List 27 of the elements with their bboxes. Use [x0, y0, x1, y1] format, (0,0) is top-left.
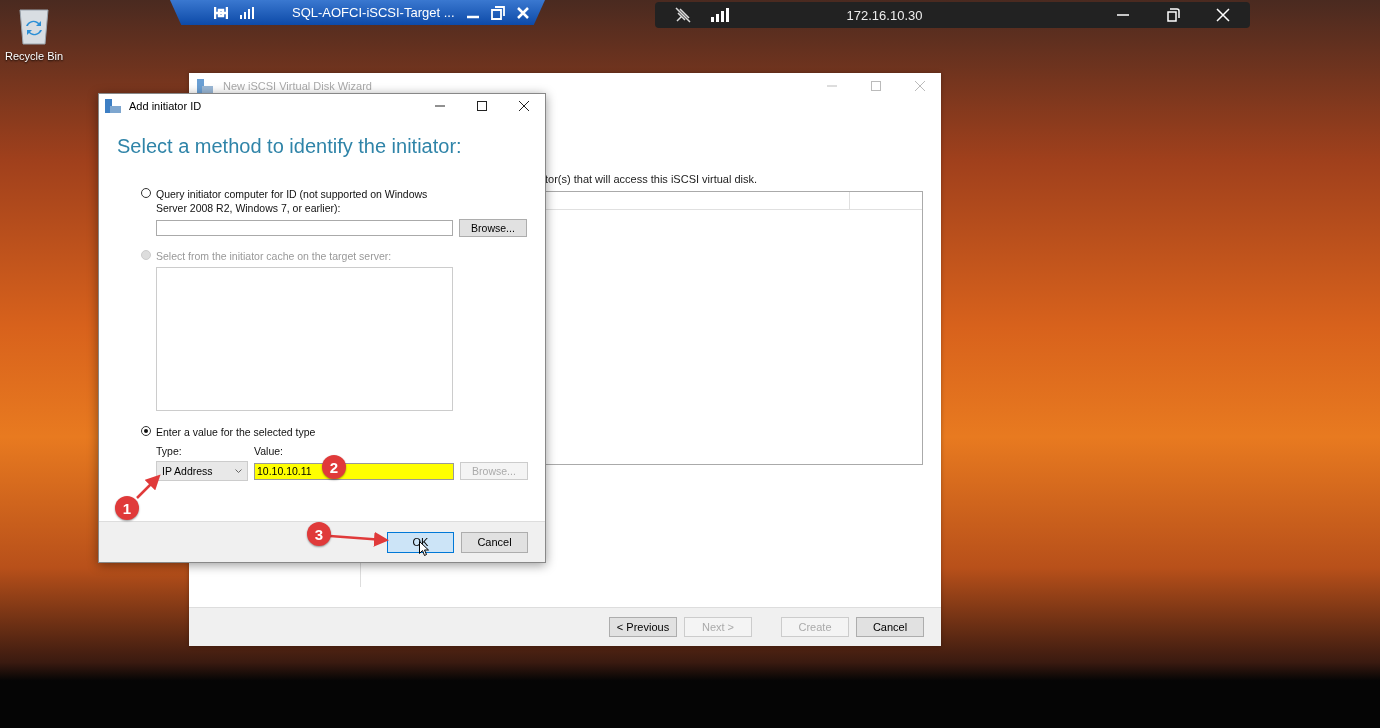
desktop-icon-label[interactable]: Recycle Bin — [4, 50, 64, 62]
connection-title: SQL-AOFCI-iSCSI-Target ... — [292, 5, 455, 20]
instruction-text: tor(s) that will access this iSCSI virtual disk. — [545, 173, 759, 185]
close-icon[interactable] — [519, 101, 529, 111]
radio-button[interactable] — [141, 188, 151, 198]
signal-bars-icon[interactable] — [711, 8, 729, 22]
wizard-button[interactable]: < Previous — [609, 617, 677, 637]
window-title: New iSCSI Virtual Disk Wizard — [223, 80, 372, 92]
option-label[interactable]: Enter a value for the selected type — [156, 425, 316, 439]
radio-button[interactable] — [141, 426, 151, 436]
value-label: Value: — [254, 445, 283, 457]
wizard-button[interactable]: Cancel — [856, 617, 924, 637]
maximize-icon[interactable] — [477, 101, 487, 111]
chevron-icon — [235, 468, 242, 474]
type-label: Type: — [156, 445, 183, 457]
computer-name-field[interactable] — [156, 220, 453, 236]
dialog-title: Add initiator ID — [129, 100, 202, 112]
signal-bars-icon[interactable] — [240, 6, 254, 19]
cancel-button[interactable]: Cancel — [461, 531, 528, 553]
type-dropdown[interactable]: IP Address — [156, 461, 248, 481]
dialog-heading: Select a method to identify the initiator: — [117, 135, 463, 158]
browse-button[interactable]: Browse... — [459, 219, 527, 237]
recycle-bin-icon[interactable] — [16, 6, 52, 46]
restore-icon[interactable] — [1166, 8, 1180, 22]
remote-address: 172.16.10.30 — [845, 7, 924, 23]
restore-icon[interactable] — [490, 5, 505, 20]
option-label[interactable]: Query initiator computer for ID (not supported on Windows Server 2008 R2, Windows 7, or earlier): — [156, 187, 456, 215]
